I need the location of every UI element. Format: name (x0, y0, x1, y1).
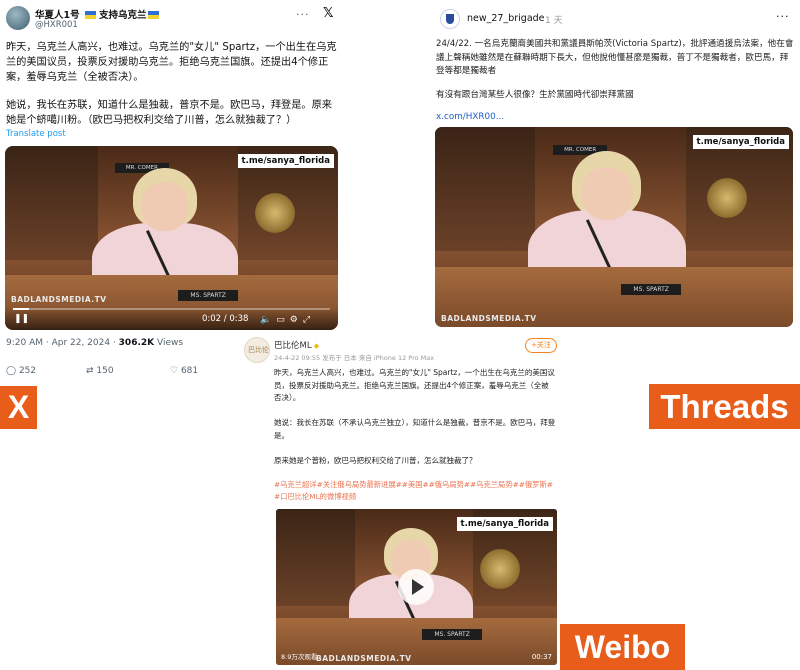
video-bottom-watermark: BADLANDSMEDIA.TV (316, 654, 412, 663)
video-watermark: t.me/sanya_florida (237, 154, 334, 168)
post-meta: 9:20 AM · Apr 22, 2024 · 306.2K Views (6, 338, 183, 348)
play-icon[interactable] (398, 569, 434, 605)
video-player[interactable]: MS. SPARTZ t.me/sanya_florida BADLANDSME… (276, 509, 557, 665)
view-count: 306.2K (118, 338, 155, 348)
platform-label-threads: Threads (649, 384, 800, 429)
video-watermark: t.me/sanya_florida (456, 517, 553, 531)
threads-post-question: 有沒有跟台灣某些人很像？生於黨國時代卻崇拜黨國 (436, 90, 634, 100)
pause-icon[interactable]: ❚❚ (14, 314, 29, 324)
view-label: Views (154, 338, 184, 348)
x-post-card: 华夏人1号 支持乌克兰 @HXR001 ··· 𝕏 昨天，乌克兰人高兴，也难过。… (0, 0, 345, 386)
background-wall (276, 509, 355, 606)
threads-post-card: new_27_brigade 1 天 ··· 24/4/22. 一名烏克蘭裔美國… (431, 0, 800, 330)
weibo-text-paragraph-2: 她说：我长在苏联（不承认乌克兰独立），知道什么是独裁，普京不是。欧巴马，拜登是。 (274, 418, 556, 440)
reply-icon: ◯ (6, 366, 17, 376)
platform-label-x: X (0, 386, 37, 429)
nameplate: MS. SPARTZ (178, 289, 239, 301)
threads-username[interactable]: new_27_brigade (467, 13, 545, 24)
author-handle[interactable]: @HXR001 (35, 20, 78, 30)
video-bottom-watermark: BADLANDSMEDIA.TV (441, 314, 537, 323)
ukraine-flag-icon (148, 11, 160, 19)
eagle-seal-icon (252, 190, 299, 237)
weibo-username[interactable]: 巴比伦ML (274, 339, 319, 351)
video-frame: MR. COMER MS. SPARTZ t.me/sanya_florida … (5, 146, 338, 330)
nameplate: MS. SPARTZ (422, 629, 483, 641)
author-name[interactable]: 华夏人1号 支持乌克兰 (35, 7, 160, 21)
timestamp[interactable]: 9:20 AM · Apr 22, 2024 · (6, 338, 119, 348)
settings-icon[interactable]: ⚙ (290, 315, 303, 325)
weibo-text-paragraph-1: 昨天，乌克兰人高兴，也难过。乌克兰的"女儿" Spartz，一个出生在乌克兰的美… (274, 368, 555, 402)
eagle-seal-icon (704, 175, 751, 221)
video-progress-fill (13, 308, 29, 310)
background-wall (435, 127, 536, 251)
ellipsis-icon[interactable]: ··· (296, 8, 310, 21)
ellipsis-icon[interactable]: ··· (776, 10, 790, 23)
avatar[interactable]: 巴比伦 (244, 337, 270, 363)
repost-count: 150 (96, 366, 114, 376)
video-view-count: 8.9万次观看 (281, 653, 318, 661)
post-text-paragraph-1: 昨天，乌克兰人高兴，也难过。乌克兰的"女儿" Spartz，一个出生在乌克兰的美… (6, 42, 337, 83)
speaker-face (581, 166, 633, 220)
background-wall (5, 146, 99, 261)
like-button[interactable]: ♡ 681 (170, 366, 198, 376)
repost-button[interactable]: ⇄ 150 (86, 366, 114, 376)
avatar[interactable] (6, 6, 30, 30)
like-count: 681 (180, 366, 199, 376)
follow-button[interactable]: +关注 (525, 338, 557, 353)
video-progress-bar[interactable] (13, 308, 330, 310)
video-control-icons: 🔈▭⚙⤢ (260, 315, 315, 325)
volume-icon[interactable]: 🔈 (260, 315, 276, 325)
video-bottom-watermark: BADLANDSMEDIA.TV (11, 295, 107, 304)
video-player[interactable]: MR. COMER MS. SPARTZ t.me/sanya_florida … (435, 127, 793, 327)
weibo-post-meta: 24-4-22 09:55 发布于 日本 来自 iPhone 12 Pro Ma… (274, 354, 435, 362)
avatar-text: 巴比伦 (248, 346, 269, 354)
ukraine-flag-icon (84, 11, 96, 19)
support-text: 支持乌克兰 (98, 10, 147, 21)
heart-icon: ♡ (170, 366, 179, 376)
captions-icon[interactable]: ▭ (276, 315, 290, 325)
speaker-face (141, 182, 189, 232)
weibo-post-card: 巴比伦 巴比伦ML 24-4-22 09:55 发布于 日本 来自 iPhone… (240, 331, 560, 670)
video-time: 0:02 / 0:38 (202, 314, 249, 324)
weibo-hashtags[interactable]: #乌克兰超详#关注俄乌局势最新进展##美国##俄乌局势##乌克兰局势##俄罗斯#… (274, 479, 556, 503)
repost-icon: ⇄ (86, 366, 94, 376)
threads-post-text: 24/4/22. 一名烏克蘭裔美國共和黨議員斯帕茨(Victoria Spart… (436, 39, 794, 76)
platform-label-weibo: Weibo (560, 624, 685, 670)
reply-button[interactable]: ◯ 252 (6, 366, 36, 376)
video-frame: MR. COMER MS. SPARTZ t.me/sanya_florida … (435, 127, 793, 327)
nameplate: MS. SPARTZ (621, 284, 682, 295)
translate-post-link[interactable]: Translate post (6, 129, 66, 139)
fullscreen-icon[interactable]: ⤢ (303, 315, 315, 325)
post-age: 1 天 (545, 16, 563, 26)
brigade-badge-avatar[interactable] (440, 9, 460, 29)
x-logo-icon: 𝕏 (323, 6, 334, 21)
threads-post-link[interactable]: x.com/HXR00... (436, 112, 504, 122)
video-watermark: t.me/sanya_florida (692, 135, 789, 149)
reply-count: 252 (18, 366, 37, 376)
post-text-paragraph-2: 她说，我长在苏联，知道什么是独裁，普京不是。欧巴马，拜登是。原来她是个蛴噶川粉。… (6, 100, 332, 126)
weibo-text-paragraph-3: 原来她是个普粉，欧巴马把权利交给了川普，怎么就独裁了？ (274, 456, 477, 465)
video-duration: 00:37 (531, 653, 552, 661)
video-player[interactable]: MR. COMER MS. SPARTZ t.me/sanya_florida … (5, 146, 338, 330)
